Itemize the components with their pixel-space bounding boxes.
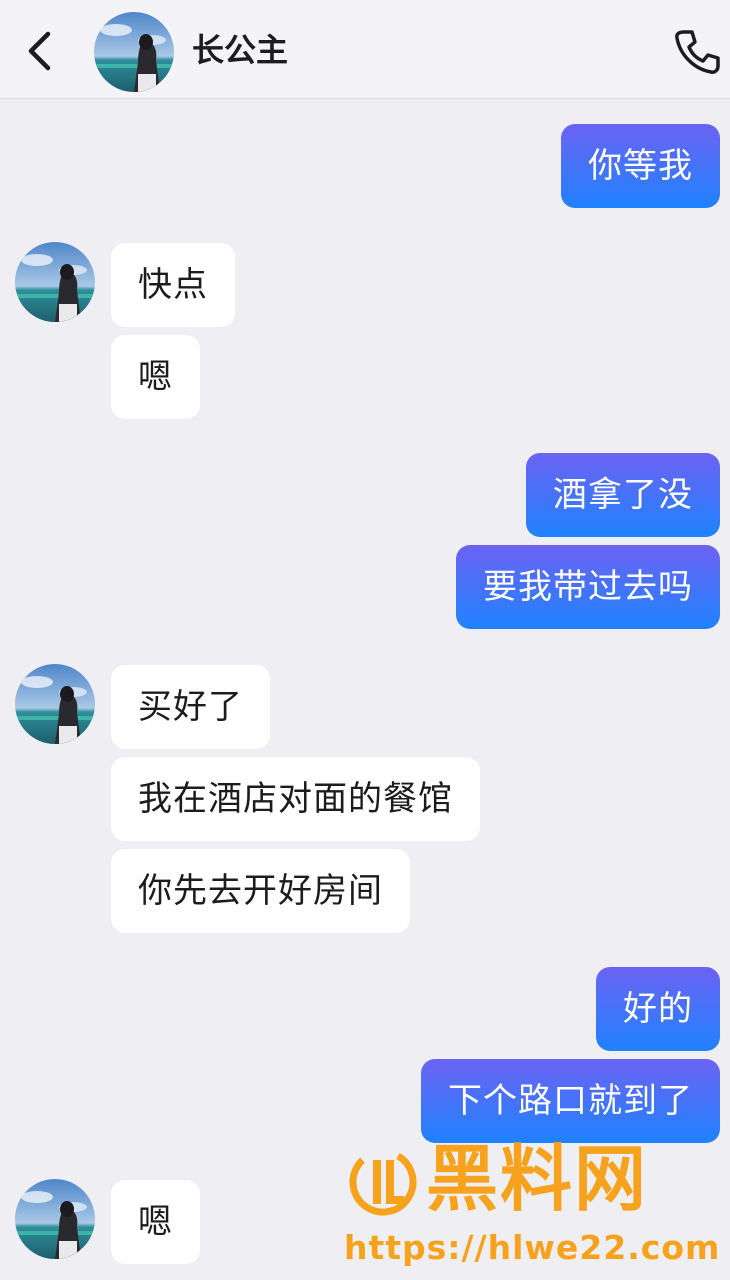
message-avatar[interactable] [15, 242, 95, 322]
incoming-message-bubble[interactable]: 你先去开好房间 [111, 849, 410, 933]
outgoing-message-bubble[interactable]: 你等我 [561, 124, 720, 208]
incoming-message-bubble[interactable]: 嗯 [111, 335, 200, 419]
back-button[interactable] [18, 26, 64, 76]
outgoing-message-bubble[interactable]: 酒拿了没 [526, 453, 720, 537]
watermark: 黑料网 https://hlwe22.com [340, 1137, 721, 1275]
contact-avatar[interactable] [94, 12, 174, 92]
watermark-url: https://hlwe22.com [344, 1228, 721, 1267]
outgoing-message-bubble[interactable]: 要我带过去吗 [456, 545, 720, 629]
incoming-message-bubble[interactable]: 我在酒店对面的餐馆 [111, 757, 480, 841]
watermark-title: 黑料网 [426, 1137, 649, 1221]
message-avatar[interactable] [15, 664, 95, 744]
incoming-message-bubble[interactable]: 买好了 [111, 665, 270, 749]
chevron-left-icon [28, 31, 51, 71]
phone-icon [675, 30, 720, 74]
incoming-message-bubble[interactable]: 嗯 [111, 1180, 200, 1264]
message-avatar[interactable] [15, 1179, 95, 1259]
incoming-message-bubble[interactable]: 快点 [111, 243, 235, 327]
call-button[interactable] [672, 28, 722, 76]
outgoing-message-bubble[interactable]: 下个路口就到了 [421, 1059, 720, 1143]
watermark-logo-icon [349, 1148, 417, 1216]
outgoing-message-bubble[interactable]: 好的 [596, 967, 720, 1051]
chat-header: 长公主 [0, 0, 730, 99]
contact-name: 长公主 [192, 31, 289, 69]
